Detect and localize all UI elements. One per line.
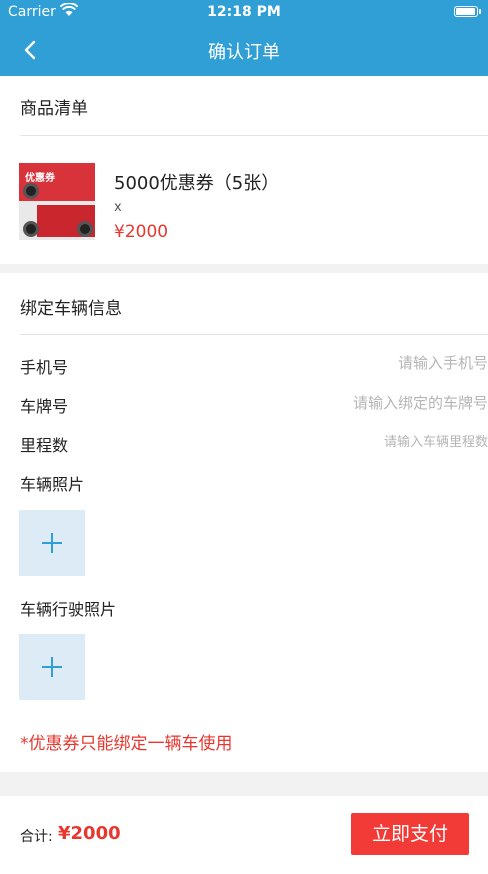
- pay-now-button[interactable]: 立即支付: [351, 813, 469, 855]
- vehicle-section-title: 绑定车辆信息: [20, 299, 122, 319]
- product-divider: [20, 135, 488, 136]
- status-bar: Carrier 12:18 PM: [0, 0, 488, 24]
- phone-label: 手机号: [20, 358, 69, 377]
- total-label: 合计:: [20, 829, 53, 845]
- plate-label: 车牌号: [20, 397, 69, 416]
- plate-input[interactable]: [188, 393, 488, 413]
- product-price: ¥2000: [114, 222, 169, 242]
- license-photo-label: 车辆行驶照片: [20, 600, 117, 619]
- tire-icon: [23, 221, 39, 237]
- battery-icon: [454, 6, 481, 17]
- tire-icon: [77, 221, 93, 237]
- section-gap: [0, 264, 488, 273]
- vehicle-divider: [20, 334, 488, 335]
- phone-input[interactable]: [188, 353, 488, 373]
- product-name: 5000优惠券（5张）: [114, 173, 280, 194]
- footer-gap: [0, 772, 488, 796]
- plus-icon-vertical: [51, 533, 53, 553]
- page-title: 确认订单: [208, 42, 280, 63]
- status-time: 12:18 PM: [207, 4, 281, 20]
- battery-fill: [456, 8, 475, 15]
- product-thumbnail: 优惠券: [19, 163, 95, 240]
- total-amount: ¥2000: [58, 823, 121, 844]
- car-photo-upload[interactable]: [19, 510, 85, 576]
- license-photo-upload[interactable]: [19, 634, 85, 700]
- car-photo-label: 车辆照片: [20, 475, 85, 494]
- mileage-label: 里程数: [20, 436, 69, 455]
- plus-icon-vertical: [51, 657, 53, 677]
- product-section-title: 商品清单: [20, 99, 88, 119]
- binding-notice: *优惠券只能绑定一辆车使用: [20, 734, 233, 754]
- app-header: Carrier 12:18 PM 确认订单: [0, 0, 488, 76]
- tire-icon: [23, 183, 39, 199]
- thumbnail-text: 优惠券: [25, 173, 55, 184]
- nav-bar: 确认订单: [0, 24, 488, 76]
- product-quantity: x: [114, 200, 122, 215]
- mileage-input[interactable]: [188, 433, 488, 451]
